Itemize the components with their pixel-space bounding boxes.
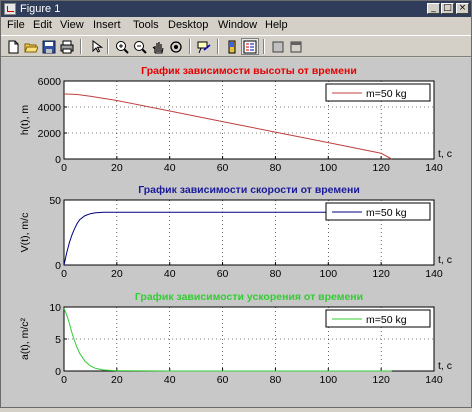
window-title: Figure 1 [20, 3, 61, 15]
y-tick-label: 0 [55, 154, 61, 166]
x-tick-label: 80 [270, 268, 282, 280]
edit-plot-arrow-icon[interactable] [87, 38, 105, 55]
x-tick-label: 20 [111, 162, 123, 174]
x-tick-label: 140 [425, 268, 443, 280]
open-file-icon[interactable] [22, 38, 40, 55]
matlab-figure-icon [4, 3, 16, 15]
hide-plot-tools-icon[interactable] [269, 38, 287, 55]
menu-edit[interactable]: Edit [33, 18, 52, 32]
x-tick-label: 60 [217, 374, 229, 386]
x-tick-label: 80 [270, 374, 282, 386]
y-tick-label: 50 [49, 195, 61, 207]
y-tick-label: 0 [55, 260, 61, 272]
print-icon[interactable] [58, 38, 76, 55]
x-tick-label: 20 [111, 374, 123, 386]
menu-desktop[interactable]: Desktop [168, 18, 208, 32]
legend-label: m=50 kg [366, 314, 407, 326]
chart-title: График зависимости ускорения от времени [135, 291, 363, 303]
menu-insert[interactable]: Insert [93, 18, 121, 32]
legend-label: m=50 kg [366, 88, 407, 100]
menu-window[interactable]: Window [218, 18, 257, 32]
y-axis-label: h(t), m [19, 105, 31, 136]
minimize-button[interactable]: _ [427, 3, 440, 14]
menu-help[interactable]: Help [265, 18, 288, 32]
title-bar[interactable]: Figure 1 _ □ × [1, 1, 471, 17]
figure-window: Figure 1 _ □ × File Edit View Insert Too… [0, 0, 472, 408]
x-tick-label: 100 [320, 374, 338, 386]
close-button[interactable]: × [456, 3, 469, 14]
x-axis-label: t, c [438, 254, 452, 266]
chart-title: График зависимости скорости от времени [138, 184, 360, 196]
colorbar-icon[interactable] [223, 38, 241, 55]
pan-hand-icon[interactable] [149, 38, 167, 55]
legend-label: m=50 kg [366, 207, 407, 219]
x-tick-label: 100 [320, 162, 338, 174]
toolbar-separator [217, 39, 219, 54]
x-tick-label: 20 [111, 268, 123, 280]
x-tick-label: 120 [372, 374, 390, 386]
y-tick-label: 10 [49, 302, 61, 314]
menu-tools[interactable]: Tools [133, 18, 159, 32]
x-tick-label: 40 [164, 374, 176, 386]
zoom-in-icon[interactable] [113, 38, 131, 55]
zoom-out-icon[interactable] [131, 38, 149, 55]
x-tick-label: 0 [61, 162, 67, 174]
y-axis-label: a(t), m/c² [19, 318, 31, 360]
x-tick-label: 40 [164, 162, 176, 174]
x-axis-label: t, c [438, 148, 452, 160]
y-axis-label: V(t), m/c [19, 213, 31, 253]
show-plot-tools-icon[interactable] [287, 38, 305, 55]
y-tick-label: 4000 [38, 102, 62, 114]
maximize-button[interactable]: □ [441, 3, 454, 14]
x-tick-label: 140 [425, 162, 443, 174]
menu-bar: File Edit View Insert Tools Desktop Wind… [1, 17, 471, 34]
x-tick-label: 120 [372, 162, 390, 174]
new-figure-icon[interactable] [4, 38, 22, 55]
x-tick-label: 140 [425, 374, 443, 386]
toolbar-separator [107, 39, 109, 54]
y-tick-label: 5 [55, 334, 61, 346]
x-tick-label: 80 [270, 162, 282, 174]
x-tick-label: 0 [61, 268, 67, 280]
x-tick-label: 0 [61, 374, 67, 386]
data-cursor-icon[interactable] [195, 38, 213, 55]
rotate-3d-icon[interactable] [167, 38, 185, 55]
x-tick-label: 60 [217, 268, 229, 280]
toolbar-separator [80, 39, 82, 54]
menu-view[interactable]: View [60, 18, 84, 32]
figure-plots: 0 20 40 60 80 100 120 1400200040006000m=50 kgГр… [19, 65, 452, 386]
chart-title: График зависимости высоты от времени [141, 65, 357, 77]
menu-file[interactable]: File [7, 18, 25, 32]
y-tick-label: 6000 [38, 76, 62, 88]
toolbar-separator [263, 39, 265, 54]
save-icon[interactable] [40, 38, 58, 55]
x-tick-label: 60 [217, 162, 229, 174]
legend-icon[interactable] [241, 38, 259, 55]
x-tick-label: 40 [164, 268, 176, 280]
y-tick-label: 2000 [38, 128, 62, 140]
toolbar-separator [189, 39, 191, 54]
figure-canvas: 0 20 40 60 80 100 120 140 0 2000 4000 6000 m=50 kg Гр… [1, 58, 471, 407]
x-tick-label: 120 [372, 268, 390, 280]
y-tick-label: 0 [55, 366, 61, 378]
x-axis-label: t, c [438, 360, 452, 372]
figure-toolbar [1, 35, 471, 57]
x-tick-label: 100 [320, 268, 338, 280]
